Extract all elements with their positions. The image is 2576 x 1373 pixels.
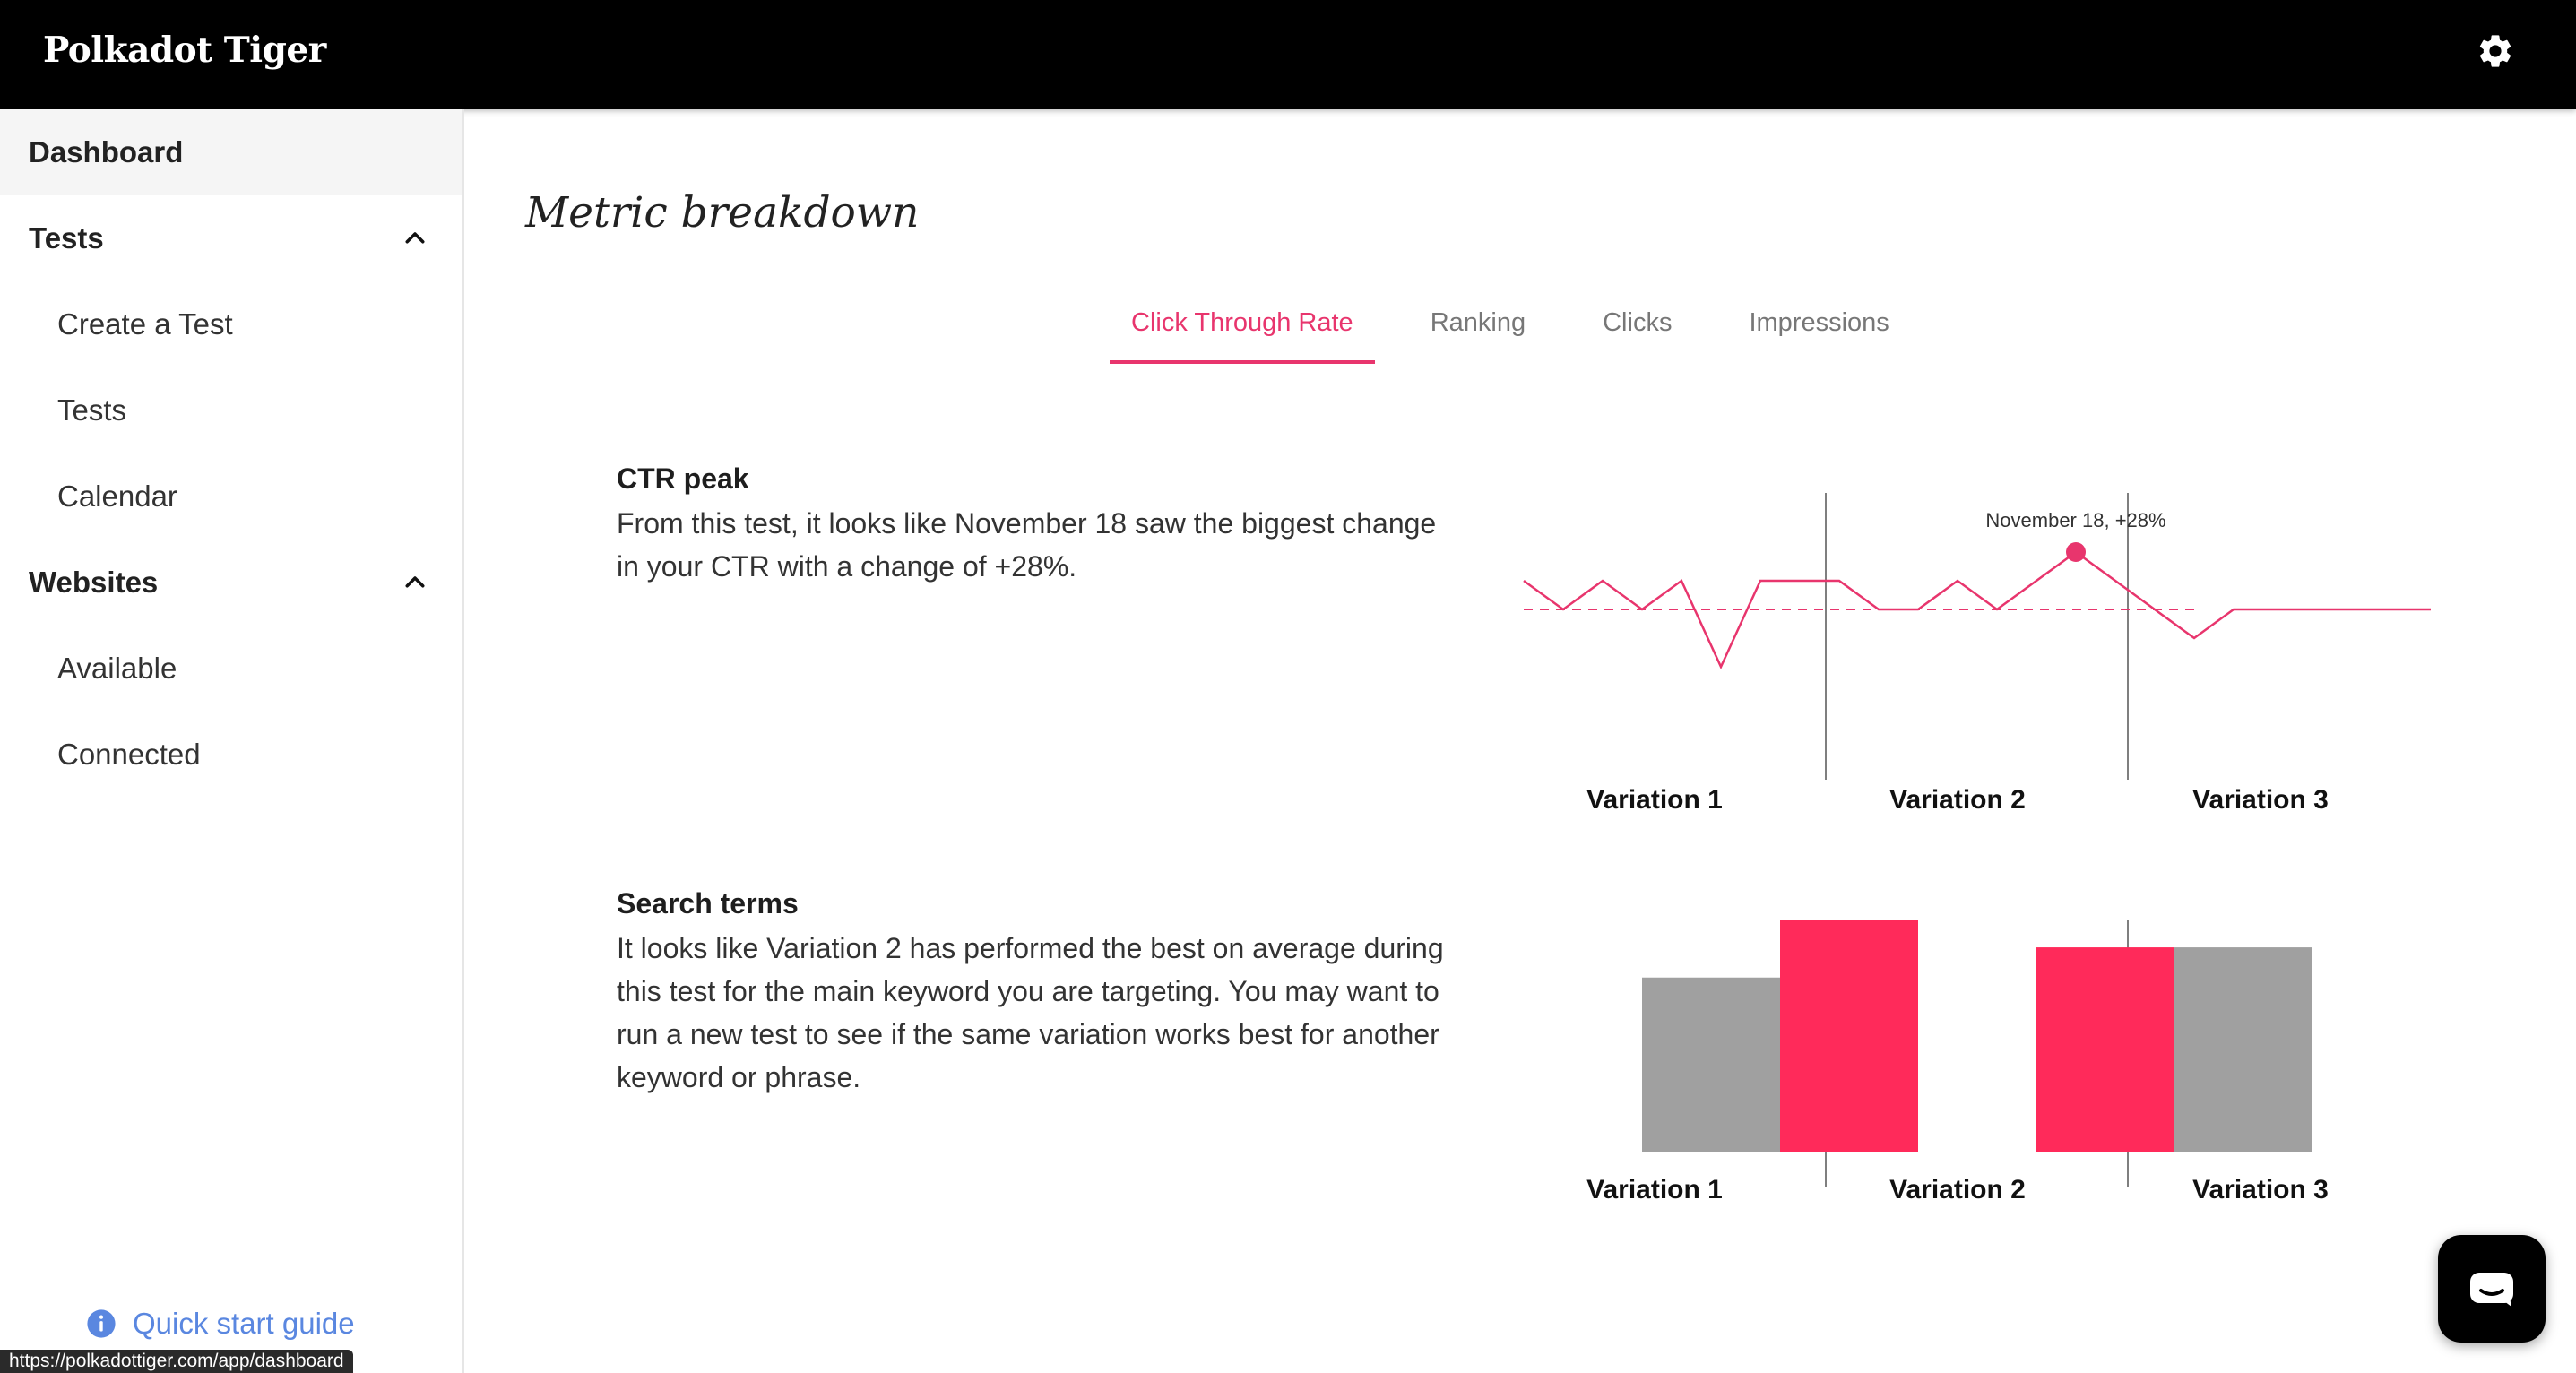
line-chart-category-label: Variation 1 — [1586, 785, 1723, 815]
chat-button[interactable] — [2438, 1235, 2546, 1343]
peak-annotation: November 18, +28% — [1985, 509, 2165, 531]
bar — [1780, 920, 1918, 1152]
bar-chart-category-label: Variation 3 — [2192, 1175, 2329, 1205]
search-terms-bar-chart: Variation 1 Variation 2 Variation 3 — [1586, 920, 2329, 1205]
charts-canvas: November 18, +28%Variation 1 Variation 2V… — [1523, 493, 2431, 1205]
line-chart-category-label: Variation 3 — [2192, 785, 2329, 815]
line-chart-category-label: Variation 2 — [1889, 785, 2026, 815]
peak-marker — [2066, 542, 2086, 562]
chat-icon — [2470, 1273, 2513, 1307]
bar — [1642, 977, 1780, 1152]
bar-chart-category-label: Variation 1 — [1586, 1175, 1723, 1205]
bar — [2036, 947, 2174, 1152]
bar — [2174, 947, 2312, 1152]
bar-chart-category-label: Variation 2 — [1889, 1175, 2026, 1205]
ctr-line-chart: November 18, +28% Variation 1 Variation 2 V… — [1523, 493, 2431, 815]
